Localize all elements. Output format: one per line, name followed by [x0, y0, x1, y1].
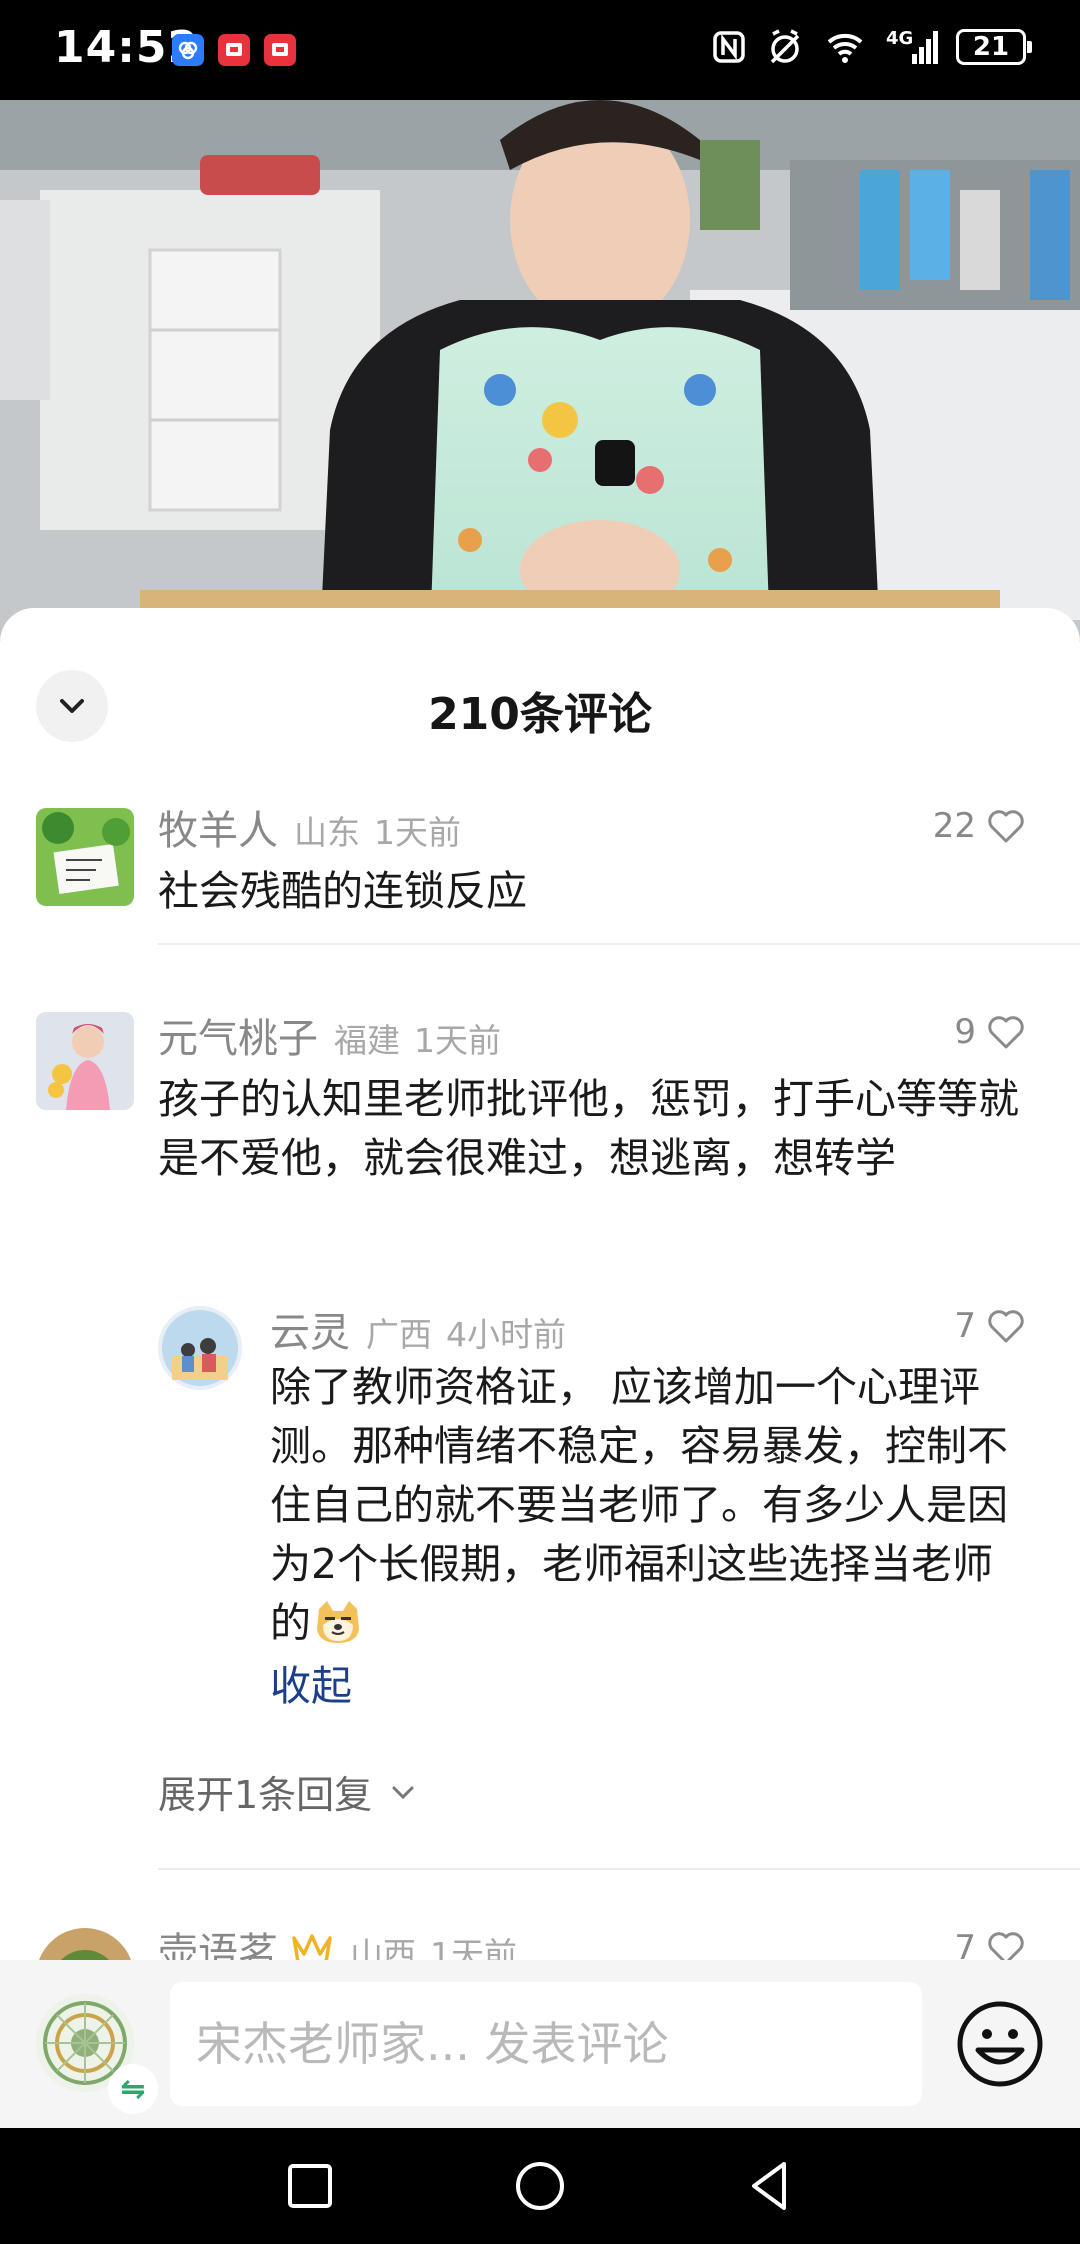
switch-identity-icon[interactable]: ⇋ — [108, 2064, 158, 2114]
like-button[interactable]: 22 — [933, 806, 1026, 846]
comment-author[interactable]: 元气桃子 — [158, 1006, 318, 1064]
comment-item[interactable]: 牧羊人 山东 1天前 社会残酷的连锁反应 22 — [0, 798, 1080, 998]
expand-replies-label: 展开1条回复 — [158, 1773, 373, 1817]
app-notification-icon — [264, 34, 296, 66]
divider — [158, 943, 1080, 945]
recent-apps-button[interactable] — [280, 2156, 340, 2216]
status-bar: 14:52 4G 21 — [0, 0, 1080, 100]
reply-author[interactable]: 云灵 — [270, 1300, 350, 1358]
app-notification-icon — [172, 34, 204, 66]
comment-meta: 元气桃子 福建 1天前 — [158, 1006, 1038, 1064]
comment-text[interactable]: 孩子的认知里老师批评他，惩罚，打手心等等就是不爱他，就会很难过，想逃离，想转学 — [158, 1070, 1038, 1188]
alarm-off-icon — [770, 29, 800, 64]
heart-icon — [988, 1310, 1024, 1343]
emoji-icon[interactable] — [952, 1996, 1048, 2092]
wifi-icon — [827, 33, 863, 63]
avatar[interactable] — [36, 1012, 134, 1110]
signal-icon: 4G — [886, 28, 938, 66]
avatar[interactable] — [158, 1306, 242, 1390]
avatar[interactable] — [36, 808, 134, 906]
back-button[interactable] — [740, 2156, 800, 2216]
comment-sheet: 210条评论 牧羊人 山东 1天前 社会残酷的连锁反应 22 元气桃子 福建 1… — [0, 608, 1080, 2128]
home-button[interactable] — [510, 2156, 570, 2216]
app-notification-icon — [218, 34, 250, 66]
comment-text[interactable]: 社会残酷的连锁反应 — [158, 862, 938, 921]
comment-item[interactable]: 元气桃子 福建 1天前 孩子的认知里老师批评他，惩罚，打手心等等就是不爱他，就会… — [0, 1006, 1080, 1866]
video-player[interactable] — [0, 100, 1080, 640]
reply-location: 广西 — [366, 1315, 432, 1354]
like-count: 9 — [954, 1012, 976, 1052]
comment-time: 1天前 — [374, 813, 461, 852]
sheet-header: 210条评论 — [0, 608, 1080, 798]
like-count: 7 — [954, 1306, 976, 1346]
reply-content[interactable]: 除了教师资格证， 应该增加一个心理评测。那种情绪不稳定，容易暴发，控制不住自己的… — [270, 1358, 1030, 1653]
reply-text: 除了教师资格证， 应该增加一个心理评测。那种情绪不稳定，容易暴发，控制不住自己的… — [270, 1363, 1008, 1647]
comment-input[interactable]: 宋杰老师家... 发表评论 — [170, 1982, 922, 2106]
reply-meta: 云灵 广西 4小时前 — [270, 1300, 1030, 1358]
comment-location: 山东 — [294, 813, 360, 852]
heart-icon — [988, 810, 1024, 843]
doge-emoji-icon — [317, 1601, 359, 1643]
like-button[interactable]: 7 — [954, 1306, 1026, 1346]
video-frame-image — [0, 100, 1080, 640]
status-indicators: 4G 21 — [710, 28, 1032, 66]
comment-meta: 牧羊人 山东 1天前 — [158, 798, 938, 856]
like-count: 22 — [932, 806, 976, 846]
collapse-reply-link[interactable]: 收起 — [270, 1657, 1030, 1715]
nfc-icon — [713, 31, 745, 63]
comment-location: 福建 — [334, 1021, 400, 1060]
system-nav-bar — [0, 2128, 1080, 2244]
like-button[interactable]: 9 — [954, 1012, 1026, 1052]
heart-icon — [988, 1016, 1024, 1049]
comment-count-title: 210条评论 — [428, 689, 652, 740]
expand-replies-button[interactable]: 展开1条回复 — [158, 1764, 418, 1819]
reply-time: 4小时前 — [446, 1315, 566, 1354]
battery-icon: 21 — [956, 29, 1032, 65]
chevron-down-icon — [392, 1786, 414, 1799]
comment-author[interactable]: 牧羊人 — [158, 798, 278, 856]
divider — [158, 1868, 1080, 1870]
comment-input-bar: ⇋ 宋杰老师家... 发表评论 — [0, 1960, 1080, 2128]
comment-time: 1天前 — [414, 1021, 501, 1060]
reply-item[interactable]: 云灵 广西 4小时前 除了教师资格证， 应该增加一个心理评测。那种情绪不稳定，容… — [0, 1300, 1080, 1730]
notification-icons — [172, 34, 296, 66]
